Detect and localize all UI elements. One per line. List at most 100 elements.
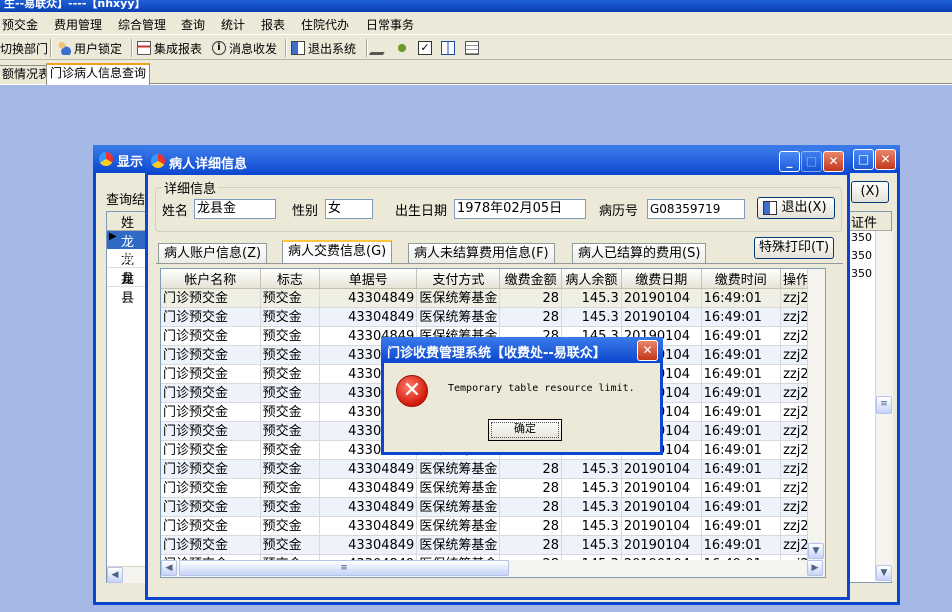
table-row[interactable]: 门诊预交金预交金43304849医保统筹基金28145.32019010416:… [161,516,825,536]
close-icon[interactable]: ✕ [637,340,658,361]
minimize-icon[interactable]: _ [779,151,800,172]
document-number-cell: 43304849 [319,497,418,517]
payment-method-cell: 医保统筹基金 [416,459,501,479]
menu-statistics[interactable]: 统计 [221,16,245,33]
payment-method-cell: 医保统筹基金 [416,478,501,498]
scroll-thumb[interactable]: ≡ [179,560,509,576]
gender-field[interactable]: 女 [325,199,373,219]
payment-method-cell: 医保统筹基金 [416,288,501,308]
table-row[interactable]: 门诊预交金预交金43304849医保统筹基金28145.32019010416:… [161,535,825,555]
payment-time-cell: 16:49:01 [701,345,782,365]
table-row[interactable]: 门诊预交金预交金43304849医保统筹基金28145.32019010416:… [161,497,825,517]
main-tab-strip: 额情况表 门诊病人信息查询 [0,60,952,86]
maximize-icon[interactable]: □ [853,149,874,170]
scroll-down-icon[interactable]: ▼ [876,565,892,581]
switch-dept-button[interactable]: 切换部门 [0,39,48,57]
col-header-payment-time[interactable]: 缴费时间 [701,269,782,289]
window-list-icon[interactable] [465,41,479,55]
tab-account-info[interactable]: 病人账户信息(Z) [158,243,268,263]
error-message-box: 门诊收费管理系统【收费处--易联众】 ✕ ✕ Temporary table r… [381,337,663,455]
table-row[interactable]: ▶ 龙县 [107,231,145,269]
record-number-field[interactable]: G08359719 [647,199,745,219]
menu-fee-management[interactable]: 费用管理 [54,16,102,33]
vertical-scrollbar[interactable]: ▼ [807,269,825,560]
special-print-button[interactable]: 特殊打印(T) [754,237,834,259]
app-title-bar: 生--易联众】----【nhxyy】 [0,0,952,12]
dob-field[interactable]: 1978年02月05日 [454,199,586,219]
integrated-report-button[interactable]: 集成报表 [137,39,202,57]
scroll-left-icon[interactable]: ◀ [107,567,123,583]
patient-balance-cell: 145.3 [561,497,622,517]
menu-prepay[interactable]: 预交金 [2,16,38,33]
flag-cell: 预交金 [260,326,321,346]
close-icon[interactable]: ✕ [823,151,844,172]
menu-general-management[interactable]: 综合管理 [118,16,166,33]
payment-time-cell: 16:49:01 [701,288,782,308]
tab-unsettled-fees[interactable]: 病人未结算费用信息(F) [408,243,555,263]
columns-icon[interactable] [441,41,455,55]
gender-label: 性别 [292,204,319,219]
col-header-account-name[interactable]: 帐户名称 [161,269,261,289]
col-header-payment-date[interactable]: 缴费日期 [621,269,702,289]
scroll-right-icon[interactable]: ▶ [807,560,823,576]
flag-cell: 预交金 [260,535,321,555]
scroll-thumb[interactable]: ≡ [876,396,892,414]
patient-balance-cell: 145.3 [561,307,622,327]
table-row[interactable]: 门诊预交金预交金43304849医保统筹基金28145.32019010416:… [161,478,825,498]
plant-icon[interactable] [395,41,409,55]
error-icon: ✕ [396,375,428,407]
payment-amount-cell: 28 [499,307,563,327]
account-name-cell: 门诊预交金 [161,307,261,327]
table-row[interactable]: 龙县 [107,268,145,306]
close-results-button[interactable]: (X) [851,181,889,203]
payment-time-cell: 16:49:01 [701,535,782,555]
horizontal-scrollbar[interactable]: ◀ [107,566,145,583]
table-row[interactable]: 门诊预交金预交金43304849医保统筹基金28145.32019010416:… [161,307,825,327]
exit-system-button[interactable]: 退出系统 [291,39,356,57]
scroll-down-icon[interactable]: ▼ [808,543,824,559]
menu-reports[interactable]: 报表 [261,16,285,33]
tab-payment-info[interactable]: 病人交费信息(G) [282,240,393,263]
flag-cell: 预交金 [260,345,321,365]
menu-inpatient-agency[interactable]: 住院代办 [301,16,349,33]
horizontal-scrollbar[interactable]: ◀ ≡ ▶ [160,560,826,578]
account-name-cell: 门诊预交金 [161,345,261,365]
document-number-cell: 43304849 [319,459,418,479]
name-field[interactable]: 龙县金 [194,199,276,219]
messages-label: 消息收发 [229,41,278,56]
edit-icon[interactable] [368,41,392,55]
query-result-label: 查询结 [106,193,146,208]
payment-amount-cell: 28 [499,288,563,308]
table-row[interactable]: 门诊预交金预交金43304849医保统筹基金28145.32019010416:… [161,288,825,308]
tab-settled-fees[interactable]: 病人已结算的费用(S) [572,243,707,263]
checkbox-icon[interactable]: ✓ [418,41,432,55]
flag-cell: 预交金 [260,402,321,422]
table-row[interactable]: 门诊预交金预交金43304849医保统筹基金28145.32019010416:… [161,459,825,479]
payment-time-cell: 16:49:01 [701,421,782,441]
menu-daily-affairs[interactable]: 日常事务 [366,16,414,33]
scroll-left-icon[interactable]: ◀ [161,560,177,576]
col-header-flag[interactable]: 标志 [260,269,321,289]
payment-time-cell: 16:49:01 [701,440,782,460]
payment-date-cell: 20190104 [621,478,702,498]
exit-door-icon [763,201,777,215]
toolbar-separator [131,39,133,57]
col-header-payment-method[interactable]: 支付方式 [416,269,501,289]
exit-button[interactable]: 退出(X) [757,197,835,219]
payment-time-cell: 16:49:01 [701,326,782,346]
patient-dialog-titlebar[interactable]: 病人详细信息 _ □ ✕ [145,148,850,175]
exit-door-icon [291,41,305,55]
user-lock-button[interactable]: 用户锁定 [57,39,122,57]
tab-outpatient-query[interactable]: 门诊病人信息查询 [46,63,151,86]
col-header-document-number[interactable]: 单据号 [319,269,418,289]
close-icon[interactable]: ✕ [875,149,896,170]
message-box-titlebar[interactable]: 门诊收费管理系统【收费处--易联众】 ✕ [381,337,663,363]
ok-button[interactable]: 确定 [488,419,562,441]
menu-query[interactable]: 查询 [181,16,205,33]
vertical-scrollbar[interactable]: ≡ ▼ [875,231,893,581]
messages-button[interactable]: i 消息收发 [212,39,277,57]
col-header-patient-balance[interactable]: 病人余额 [561,269,622,289]
row-name: 龙县 [121,272,135,306]
col-header-payment-amount[interactable]: 缴费金额 [499,269,563,289]
flag-cell: 预交金 [260,288,321,308]
